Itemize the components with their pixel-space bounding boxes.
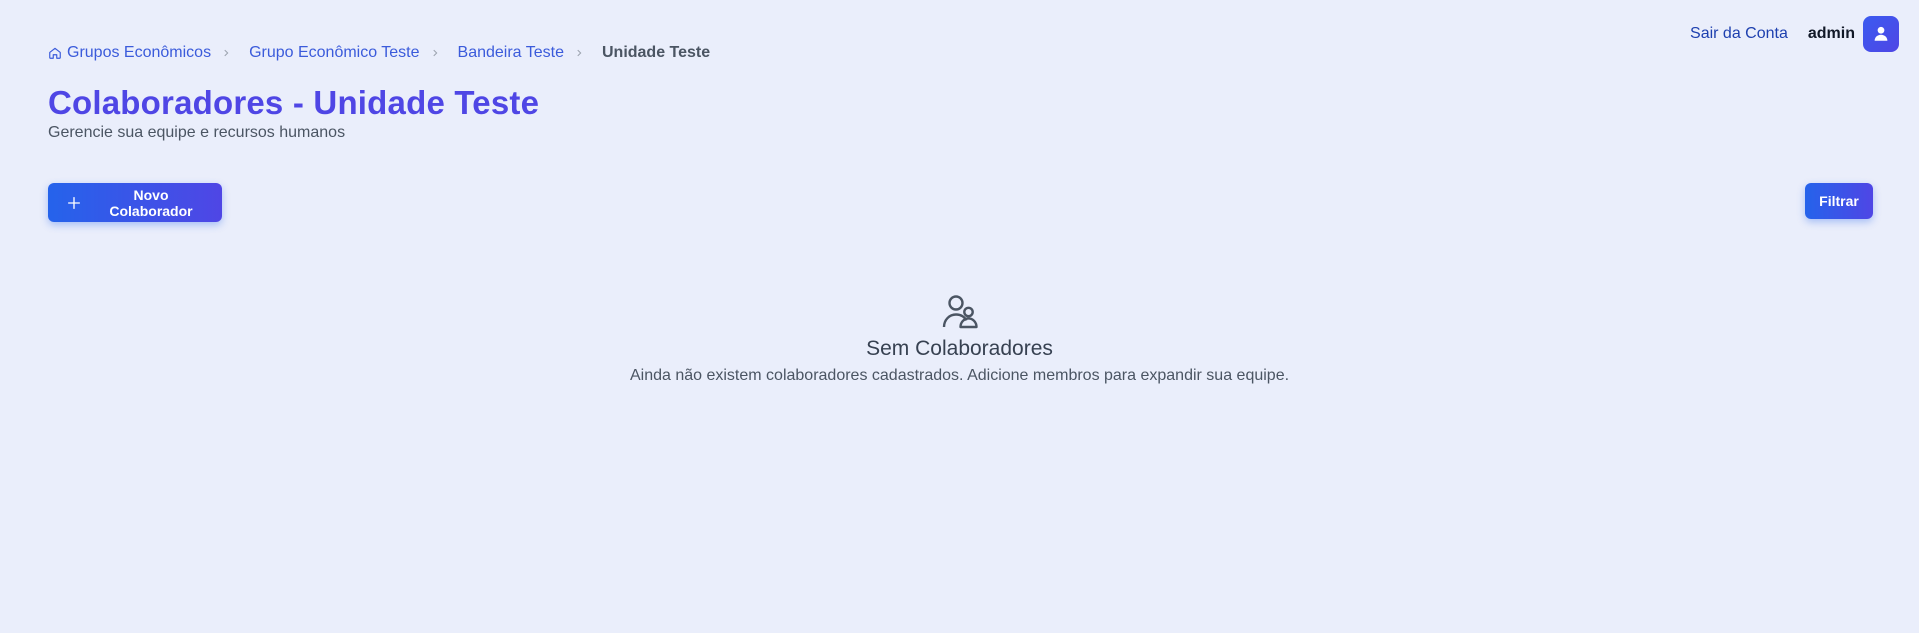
page: Sair da Conta admin Grupos Econômicos Gr… — [0, 0, 1919, 633]
breadcrumb-current: Unidade Teste — [601, 44, 711, 61]
users-icon — [941, 294, 979, 335]
breadcrumb-label: Grupos Econômicos — [67, 44, 212, 61]
user-icon — [1874, 26, 1888, 41]
empty-state-description: Ainda não existem colaboradores cadastra… — [629, 367, 1290, 384]
avatar[interactable] — [1863, 16, 1899, 52]
empty-state: Sem Colaboradores Ainda não existem cola… — [0, 294, 1919, 385]
home-icon — [48, 46, 62, 60]
breadcrumb-item-bandeira-teste[interactable]: Bandeira Teste — [458, 44, 564, 62]
username: admin — [1807, 25, 1855, 42]
account-area: Sair da Conta admin — [1690, 16, 1899, 52]
logout-link[interactable]: Sair da Conta — [1690, 25, 1788, 43]
empty-state-title: Sem Colaboradores — [866, 337, 1053, 360]
page-title: Colaboradores - Unidade Teste — [48, 84, 540, 121]
breadcrumb-item-grupo-economico-teste[interactable]: Grupo Econômico Teste — [249, 44, 419, 62]
breadcrumb-item-grupos-economicos[interactable]: Grupos Econômicos — [48, 44, 211, 62]
filter-button[interactable]: Filtrar — [1805, 183, 1873, 219]
new-collaborator-label: Novo Colaborador — [109, 186, 193, 219]
new-collaborator-button[interactable]: Novo Colaborador — [48, 183, 222, 222]
plus-icon — [66, 195, 82, 211]
chevron-right-icon — [574, 48, 584, 58]
chevron-right-icon — [221, 48, 231, 58]
breadcrumb: Grupos Econômicos Grupo Econômico Teste … — [48, 44, 710, 62]
chevron-right-icon — [430, 48, 440, 58]
page-subtitle: Gerencie sua equipe e recursos humanos — [48, 124, 346, 141]
